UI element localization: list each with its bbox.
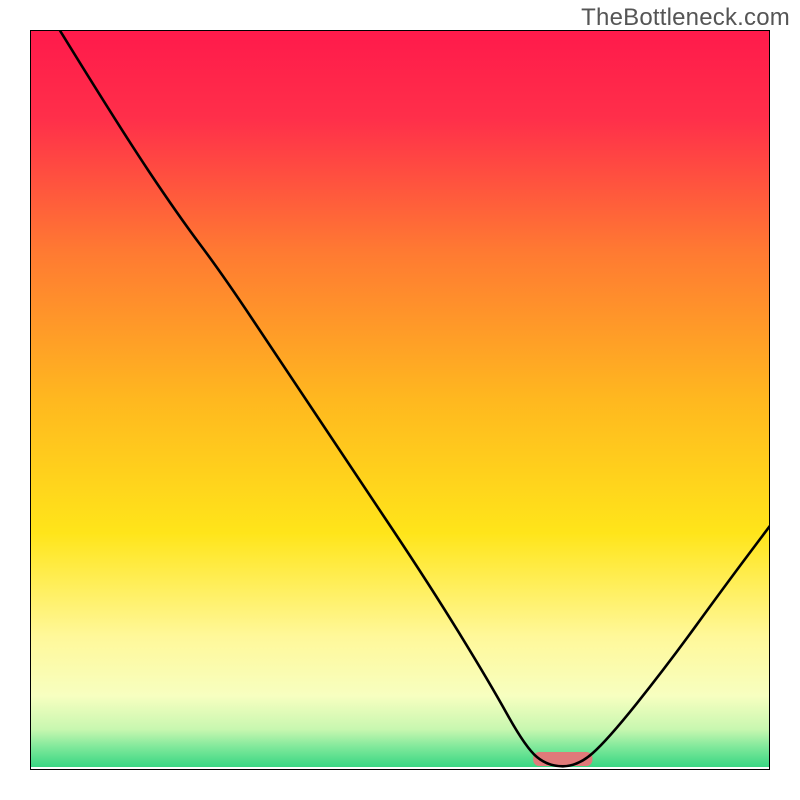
chart-svg bbox=[30, 30, 770, 770]
gradient-background bbox=[30, 30, 770, 770]
chart-container: TheBottleneck.com bbox=[0, 0, 800, 800]
watermark-label: TheBottleneck.com bbox=[581, 4, 790, 32]
plot-area bbox=[30, 30, 770, 770]
